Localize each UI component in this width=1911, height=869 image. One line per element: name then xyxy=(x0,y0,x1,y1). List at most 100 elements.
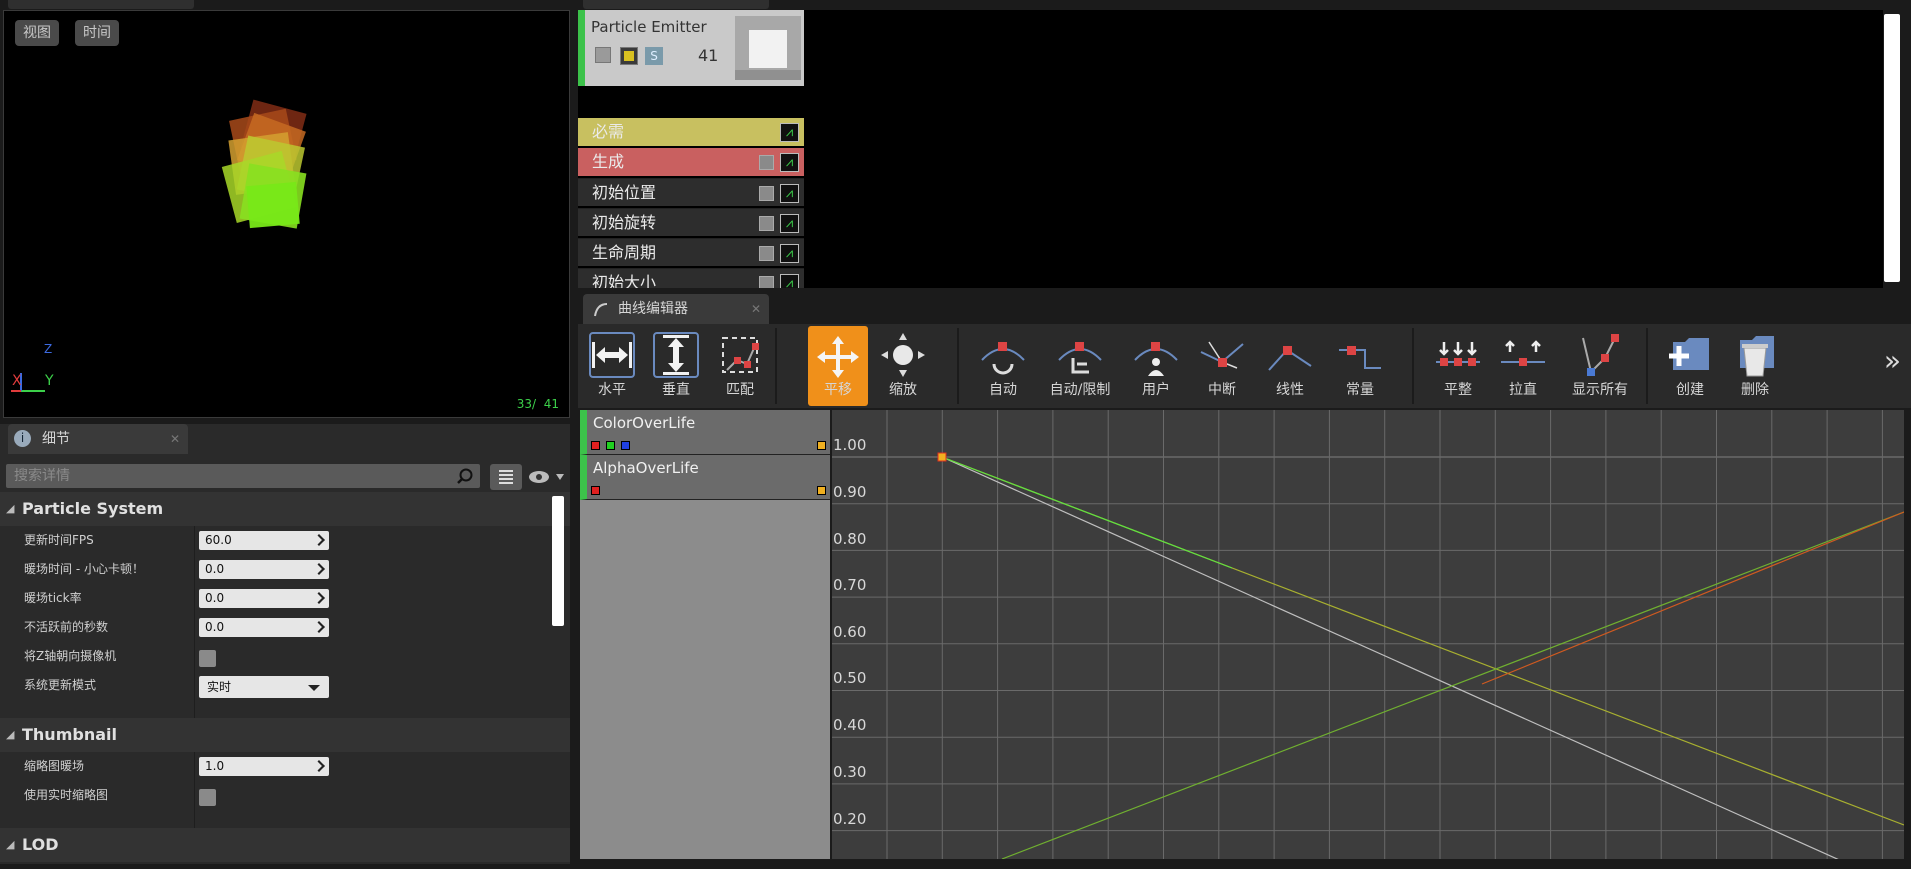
color-red-curve xyxy=(1001,511,1904,859)
search-icon[interactable] xyxy=(456,467,474,485)
module-initial-rotation[interactable]: 初始旋转 ⩘ xyxy=(578,208,804,236)
property-row-fps: 更新时间FPS 60.0 xyxy=(0,526,560,555)
curve-linear-button[interactable]: 线性 xyxy=(1258,324,1322,408)
viewport-tab[interactable] xyxy=(8,0,194,9)
color-red-curve-end xyxy=(1481,511,1904,685)
property-row-orient-z: 将Z轴朝向摄像机 xyxy=(0,642,560,671)
emitters-panel[interactable]: Particle Emitter S 41 必需 ⩘ 生成 ⩘ 初始位置 ⩘ 初… xyxy=(578,10,1883,288)
fit-vertical-button[interactable]: 垂直 xyxy=(644,324,708,408)
curve-editor-tab[interactable]: 曲线编辑器 ✕ xyxy=(583,294,769,324)
emitters-scrollbar[interactable] xyxy=(1884,14,1900,282)
keyframe-point xyxy=(937,452,947,462)
curve-graph-icon[interactable]: ⩘ xyxy=(780,153,799,172)
curve-linear-icon xyxy=(1268,346,1312,371)
flatten-icon xyxy=(1436,342,1480,366)
show-all-button[interactable]: 显示所有 xyxy=(1560,324,1640,408)
category-lod[interactable]: ◢ LOD xyxy=(0,828,570,862)
curve-graph-icon[interactable]: ⩘ xyxy=(780,184,799,203)
y-tick-label: 0.60 xyxy=(833,623,867,641)
curve-graph-icon[interactable]: ⩘ xyxy=(780,214,799,233)
curve-graph-icon[interactable]: ⩘ xyxy=(780,274,799,288)
emitters-tab[interactable] xyxy=(583,0,769,9)
category-particle-system[interactable]: ◢ Particle System xyxy=(0,492,570,526)
enable-checkbox[interactable] xyxy=(595,47,611,63)
eye-visibility-icon[interactable] xyxy=(528,468,566,486)
inactive-seconds-input[interactable]: 0.0 xyxy=(199,618,329,637)
fit-all-button[interactable]: 匹配 xyxy=(708,324,772,408)
zoom-button[interactable]: 缩放 xyxy=(871,324,935,408)
curve-graph[interactable]: 1.00 0.90 0.80 0.70 0.60 0.50 0.40 0.30 … xyxy=(832,410,1904,859)
module-enable-checkbox[interactable] xyxy=(759,246,774,261)
curve-visibility-toggle[interactable] xyxy=(817,441,826,450)
details-scrollbar[interactable] xyxy=(552,496,564,626)
module-initial-location[interactable]: 初始位置 ⩘ xyxy=(578,178,804,206)
module-spawn[interactable]: 生成 ⩘ xyxy=(578,148,804,176)
fps-input[interactable]: 60.0 xyxy=(199,531,329,550)
curve-break-button[interactable]: 中断 xyxy=(1190,324,1254,408)
particle-viewport[interactable]: 视图 时间 X Y Z 33/ 41 xyxy=(3,10,570,418)
close-icon[interactable]: ✕ xyxy=(170,424,180,454)
y-tick-label: 0.70 xyxy=(833,576,867,594)
particle-emitter-header[interactable]: Particle Emitter S 41 xyxy=(578,10,804,86)
curve-graph-icon[interactable]: ⩘ xyxy=(780,244,799,263)
curve-entry-alpha-over-life[interactable]: AlphaOverLife xyxy=(580,455,830,500)
spin-icon[interactable] xyxy=(313,592,325,604)
close-icon[interactable]: ✕ xyxy=(751,294,761,324)
time-button[interactable]: 时间 xyxy=(75,20,119,46)
fit-horizontal-icon xyxy=(589,332,635,378)
green-channel-toggle[interactable] xyxy=(606,441,615,450)
y-tick-label: 0.90 xyxy=(833,483,867,501)
axis-z-label: Z xyxy=(44,342,53,356)
create-tab-button[interactable]: 创建 xyxy=(1658,324,1722,408)
details-search-input[interactable]: 搜索详情 xyxy=(6,464,480,488)
blue-channel-toggle[interactable] xyxy=(621,441,630,450)
solo-button[interactable]: S xyxy=(645,47,663,65)
curve-auto-button[interactable]: 自动 xyxy=(968,324,1038,408)
warmup-tick-input[interactable]: 0.0 xyxy=(199,589,329,608)
module-enable-checkbox[interactable] xyxy=(759,186,774,201)
curve-visibility-toggle[interactable] xyxy=(817,486,826,495)
y-tick-label: 0.50 xyxy=(833,669,867,687)
module-enable-checkbox[interactable] xyxy=(759,276,774,288)
alpha-curve xyxy=(941,456,1839,859)
y-tick-label: 0.30 xyxy=(833,763,867,781)
flatten-button[interactable]: 平整 xyxy=(1426,324,1490,408)
module-lifetime[interactable]: 生命周期 ⩘ xyxy=(578,238,804,266)
curve-editor-icon xyxy=(594,303,608,317)
alpha-channel-toggle[interactable] xyxy=(591,486,600,495)
red-channel-toggle[interactable] xyxy=(591,441,600,450)
axis-gizmo xyxy=(11,373,45,392)
orient-z-checkbox[interactable] xyxy=(199,650,216,667)
details-tab[interactable]: i 细节 ✕ xyxy=(8,424,188,454)
chevron-down-icon xyxy=(308,685,320,691)
curve-user-button[interactable]: 用户 xyxy=(1124,324,1188,408)
list-view-icon[interactable] xyxy=(490,464,522,490)
module-initial-size[interactable]: 初始大小 ⩘ xyxy=(578,268,804,288)
spin-icon[interactable] xyxy=(313,621,325,633)
render-mode-icon[interactable] xyxy=(620,47,638,65)
curve-graph-icon[interactable]: ⩘ xyxy=(780,123,799,142)
thumbnail-warmup-input[interactable]: 1.0 xyxy=(199,757,329,776)
warmup-time-input[interactable]: 0.0 xyxy=(199,560,329,579)
delete-tab-button[interactable]: 删除 xyxy=(1723,324,1787,408)
category-thumbnail[interactable]: ◢ Thumbnail xyxy=(0,718,570,752)
spin-icon[interactable] xyxy=(313,760,325,772)
property-row-warmup-time: 暖场时间 - 小心卡顿！ 0.0 xyxy=(0,555,560,584)
update-mode-select[interactable]: 实时 xyxy=(199,676,329,698)
curve-entry-color-over-life[interactable]: ColorOverLife xyxy=(580,410,830,455)
spin-icon[interactable] xyxy=(313,563,325,575)
particle-preview xyxy=(221,99,307,229)
module-enable-checkbox[interactable] xyxy=(759,155,774,170)
curve-graph-canvas[interactable] xyxy=(832,410,1904,859)
straighten-button[interactable]: 拉直 xyxy=(1491,324,1555,408)
module-required[interactable]: 必需 ⩘ xyxy=(578,118,804,146)
realtime-thumbnail-checkbox[interactable] xyxy=(199,789,216,806)
module-enable-checkbox[interactable] xyxy=(759,216,774,231)
view-button[interactable]: 视图 xyxy=(15,20,59,46)
curve-constant-button[interactable]: 常量 xyxy=(1328,324,1392,408)
fit-horizontal-button[interactable]: 水平 xyxy=(580,324,644,408)
spin-icon[interactable] xyxy=(313,534,325,546)
toolbar-overflow-button[interactable]: » xyxy=(1884,344,1901,377)
pan-button[interactable]: 平移 xyxy=(808,326,868,406)
curve-auto-clamped-button[interactable]: 自动/限制 xyxy=(1040,324,1120,408)
